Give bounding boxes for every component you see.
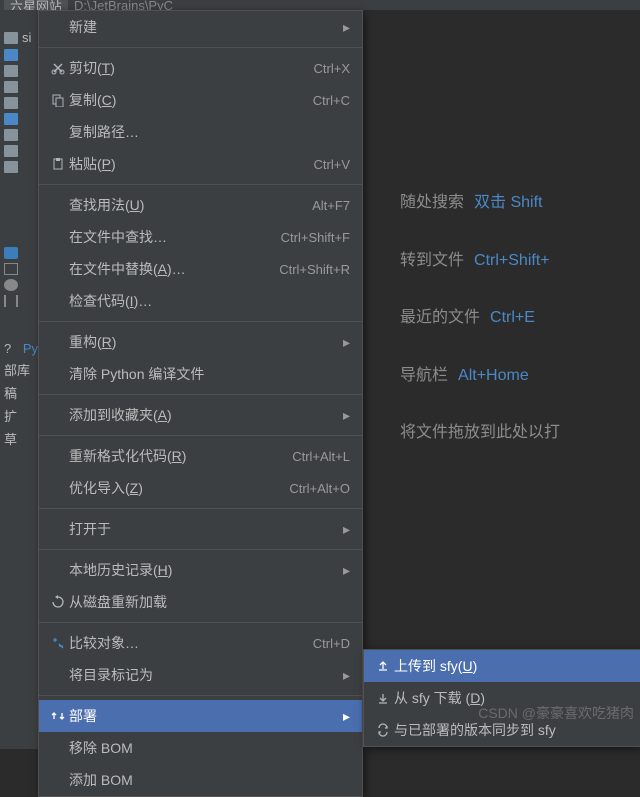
menu-paste[interactable]: 粘贴(P)Ctrl+V <box>39 148 362 180</box>
menu-remove-bom[interactable]: 移除 BOM <box>39 732 362 764</box>
chevron-right-icon: ▸ <box>343 521 350 538</box>
bottom-item[interactable]: 扩 <box>0 404 39 427</box>
deploy-submenu: 上传到 sfy(U) 从 sfy 下载 (D) 与已部署的版本同步到 sfy <box>363 649 640 747</box>
menu-add-bom[interactable]: 添加 BOM <box>39 764 362 796</box>
menu-copy-path[interactable]: 复制路径… <box>39 116 362 148</box>
context-menu: 新建▸ 剪切(T)Ctrl+X 复制(C)Ctrl+C 复制路径… 粘贴(P)C… <box>38 10 363 797</box>
cut-icon <box>47 61 69 75</box>
hint-shortcut: Ctrl+Shift+ <box>474 248 550 274</box>
project-item[interactable] <box>0 143 39 159</box>
copy-icon <box>47 93 69 107</box>
terminal-icon <box>4 263 18 275</box>
folder-icon <box>4 32 18 44</box>
separator <box>39 47 362 48</box>
menu-add-favorites[interactable]: 添加到收藏夹(A)▸ <box>39 399 362 431</box>
hint-label: 随处搜索 <box>400 190 464 216</box>
chevron-right-icon: ▸ <box>343 667 350 684</box>
project-item[interactable] <box>0 63 39 79</box>
hint-label: 最近的文件 <box>400 305 480 331</box>
menu-open-in[interactable]: 打开于▸ <box>39 513 362 545</box>
folder-icon <box>4 81 18 93</box>
menu-copy[interactable]: 复制(C)Ctrl+C <box>39 84 362 116</box>
hint-shortcut: 双击 Shift <box>474 190 542 216</box>
folder-icon <box>4 129 18 141</box>
chevron-right-icon: ▸ <box>343 334 350 351</box>
bottom-item[interactable]: 草 <box>0 427 39 450</box>
project-item[interactable] <box>0 127 39 143</box>
project-item[interactable] <box>0 95 39 111</box>
hint-label: 转到文件 <box>400 248 464 274</box>
menu-find-usages[interactable]: 查找用法(U)Alt+F7 <box>39 189 362 221</box>
chevron-right-icon: ▸ <box>343 407 350 424</box>
separator <box>39 321 362 322</box>
hint-shortcut: Alt+Home <box>458 363 529 389</box>
bottom-item[interactable]: 部库 <box>0 358 39 381</box>
bottom-item[interactable]: 稿 <box>0 381 39 404</box>
submenu-upload[interactable]: 上传到 sfy(U) <box>364 650 640 682</box>
menu-find-in-files[interactable]: 在文件中查找…Ctrl+Shift+F <box>39 221 362 253</box>
menu-inspect-code[interactable]: 检查代码(I)… <box>39 285 362 317</box>
chevron-right-icon: ▸ <box>343 708 350 725</box>
separator <box>39 184 362 185</box>
separator <box>39 695 362 696</box>
folder-icon <box>4 113 18 125</box>
menu-optimize-imports[interactable]: 优化导入(Z)Ctrl+Alt+O <box>39 472 362 504</box>
py-label[interactable]: ? Py <box>0 339 39 358</box>
hint-label: 将文件拖放到此处以打 <box>400 420 560 446</box>
menu-new[interactable]: 新建▸ <box>39 11 362 43</box>
folder-icon <box>4 161 18 173</box>
tool-window[interactable] <box>0 277 39 293</box>
folder-icon <box>4 49 18 61</box>
download-icon <box>372 691 394 705</box>
hint-shortcut: Ctrl+E <box>490 305 535 331</box>
menu-cut[interactable]: 剪切(T)Ctrl+X <box>39 52 362 84</box>
chevron-right-icon: ▸ <box>343 562 350 579</box>
chevron-right-icon: ▸ <box>343 19 350 36</box>
separator <box>39 394 362 395</box>
tool-window[interactable] <box>0 261 39 277</box>
hint-label: 导航栏 <box>400 363 448 389</box>
project-item[interactable] <box>0 159 39 175</box>
separator <box>39 508 362 509</box>
menu-reload-disk[interactable]: 从磁盘重新加载 <box>39 586 362 618</box>
gear-icon <box>4 279 18 291</box>
project-item[interactable] <box>0 111 39 127</box>
reload-icon <box>47 595 69 609</box>
project-item[interactable] <box>0 47 39 63</box>
compare-icon <box>47 636 69 650</box>
sync-icon <box>372 723 394 737</box>
project-panel: si ? Py 部库 稿 扩 草 <box>0 10 40 749</box>
folder-icon <box>4 97 18 109</box>
project-root-label: si <box>22 30 31 45</box>
menu-reformat[interactable]: 重新格式化代码(R)Ctrl+Alt+L <box>39 440 362 472</box>
menu-deploy[interactable]: 部署▸ <box>39 700 362 732</box>
menu-local-history[interactable]: 本地历史记录(H)▸ <box>39 554 362 586</box>
menu-compare[interactable]: 比较对象…Ctrl+D <box>39 627 362 659</box>
menu-refactor[interactable]: 重构(R)▸ <box>39 326 362 358</box>
upload-icon <box>372 659 394 673</box>
menu-mark-dir[interactable]: 将目录标记为▸ <box>39 659 362 691</box>
bar-icon <box>4 295 18 307</box>
deploy-icon <box>47 709 69 723</box>
watermark: CSDN @豪豪喜欢吃猪肉 <box>478 703 634 723</box>
folder-icon <box>4 65 18 77</box>
separator <box>39 549 362 550</box>
project-item[interactable] <box>0 79 39 95</box>
folder-icon <box>4 145 18 157</box>
editor-hints: 随处搜索双击 Shift 转到文件 Ctrl+Shift+ 最近的文件 Ctrl+E… <box>400 190 560 478</box>
python-icon <box>4 247 18 259</box>
menu-replace-in-files[interactable]: 在文件中替换(A)…Ctrl+Shift+R <box>39 253 362 285</box>
tool-window[interactable] <box>0 293 39 309</box>
menu-clean-pyc[interactable]: 清除 Python 编译文件 <box>39 358 362 390</box>
separator <box>39 435 362 436</box>
paste-icon <box>47 157 69 171</box>
project-root[interactable]: si <box>0 28 39 47</box>
separator <box>39 622 362 623</box>
tool-window[interactable] <box>0 245 39 261</box>
